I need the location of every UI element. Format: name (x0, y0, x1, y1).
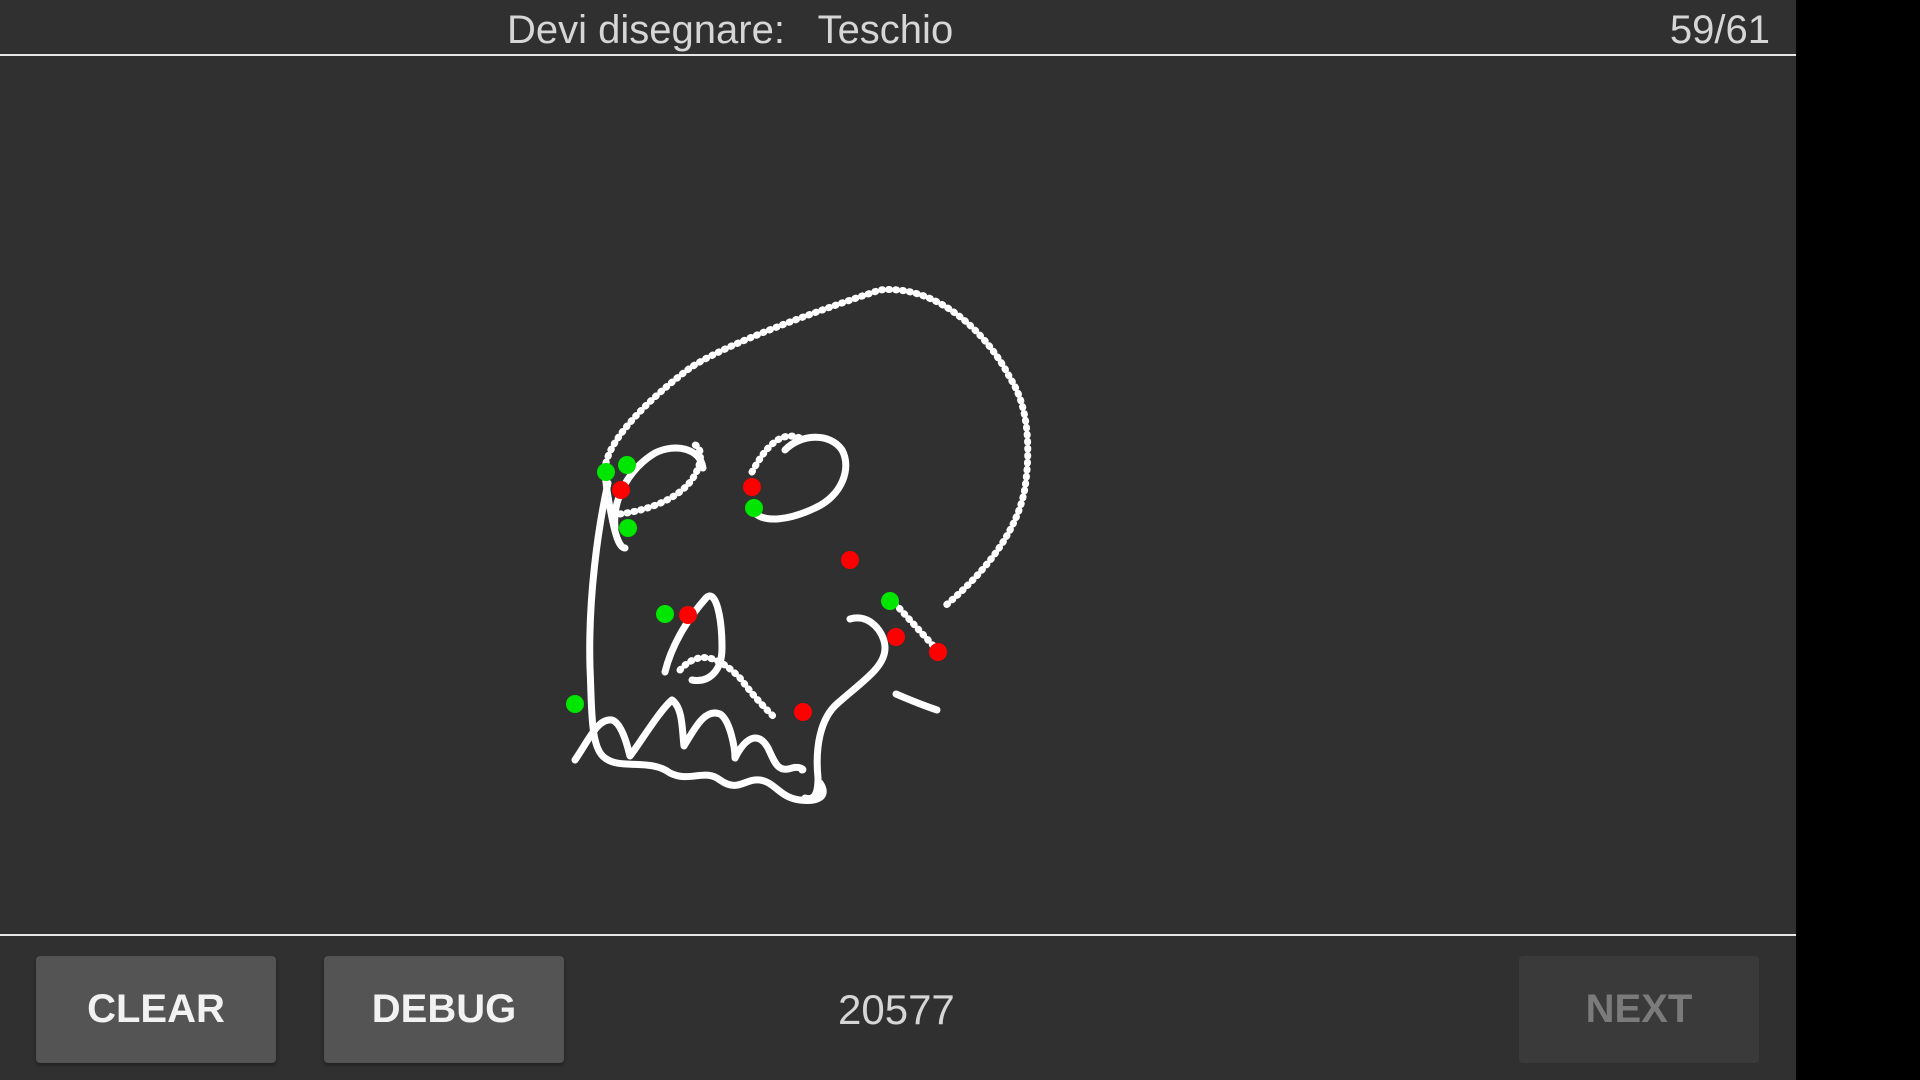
stroke-end-marker (929, 643, 947, 661)
target-word: Teschio (817, 8, 954, 52)
stroke-end-marker (612, 481, 630, 499)
drawing-canvas[interactable] (0, 58, 1796, 934)
app-window: Devi disegnare: Teschio 59/61 CLEAR DEBU… (0, 0, 1796, 1080)
drawing-prompt: Devi disegnare: Teschio (507, 6, 953, 54)
stroke-start-marker (566, 695, 584, 713)
stroke-start-marker (618, 456, 636, 474)
stroke-end-marker (794, 703, 812, 721)
left-eye-tail-stroke (616, 441, 704, 518)
stroke-end-marker (679, 606, 697, 624)
stroke-start-marker (656, 605, 674, 623)
stroke-start-marker (619, 519, 637, 537)
stroke-start-marker (745, 499, 763, 517)
score-value: 20577 (838, 986, 955, 1033)
sketch-drawing (566, 286, 1032, 804)
stroke-end-marker (887, 628, 905, 646)
header-bar: Devi disegnare: Teschio 59/61 (0, 0, 1796, 56)
prompt-label: Devi disegnare: (507, 8, 785, 52)
stroke-end-marker (743, 478, 761, 496)
debug-button[interactable]: DEBUG (324, 956, 564, 1063)
progress-counter: 59/61 (1669, 8, 1770, 52)
stroke-start-marker (881, 592, 899, 610)
footer-bar: CLEAR DEBUG 20577 NEXT (0, 934, 1796, 1080)
teeth-dotted-stroke (676, 654, 779, 722)
screen-edge-strip (1796, 0, 1920, 1080)
right-jaw-stroke (801, 614, 889, 803)
stroke-start-marker (597, 463, 615, 481)
clear-button[interactable]: CLEAR (36, 956, 276, 1063)
stroke-end-marker (841, 551, 859, 569)
cheek-tail-stroke (892, 690, 941, 714)
next-button[interactable]: NEXT (1519, 956, 1759, 1063)
